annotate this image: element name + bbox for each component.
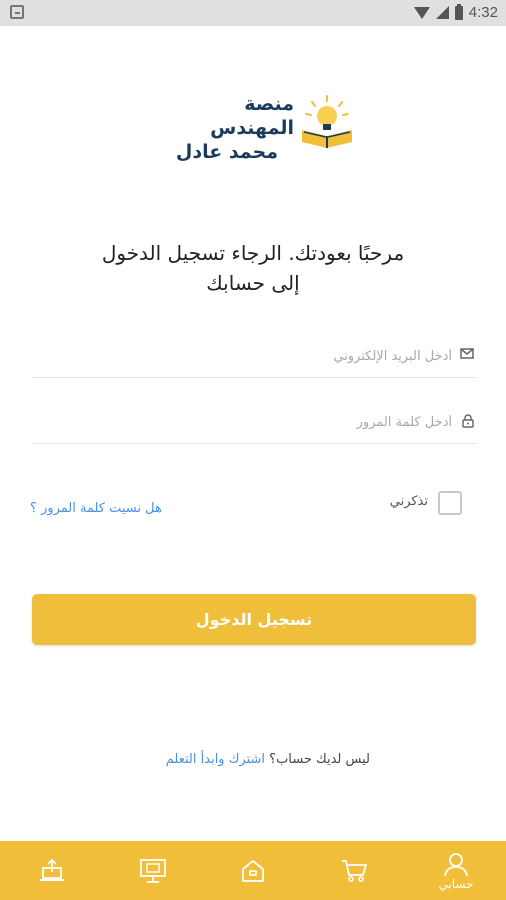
email-input[interactable] bbox=[32, 340, 452, 372]
app-logo: منصة المهندس محمد عادل bbox=[158, 92, 358, 163]
notification-icon bbox=[10, 5, 24, 19]
envelope-icon bbox=[460, 348, 474, 359]
signup-prompt: ليس لديك حساب؟ اشترك وابدأ التعلم bbox=[140, 752, 370, 767]
welcome-line-1: مرحبًا بعودتك. الرجاء تسجيل الدخول bbox=[101, 241, 405, 265]
login-button[interactable]: تسجيل الدخول bbox=[32, 594, 476, 645]
password-input[interactable] bbox=[32, 406, 452, 438]
status-time: 4:32 bbox=[468, 4, 498, 21]
email-field bbox=[32, 334, 476, 378]
user-icon bbox=[444, 852, 468, 876]
remember-label: تذكرني bbox=[389, 494, 428, 509]
nav-courses[interactable] bbox=[121, 841, 185, 900]
nav-upload[interactable] bbox=[20, 841, 84, 900]
logo-text: منصة المهندس محمد عادل bbox=[158, 92, 294, 164]
logo-line-2: محمد عادل bbox=[175, 141, 278, 163]
status-icons: 4:32 bbox=[413, 3, 498, 21]
signup-link[interactable]: اشترك وابدأ التعلم bbox=[166, 752, 265, 767]
wifi-icon bbox=[413, 6, 430, 19]
upload-laptop-icon bbox=[40, 858, 64, 881]
remember-checkbox[interactable] bbox=[438, 491, 462, 515]
bottom-nav: حسابي bbox=[0, 841, 506, 900]
password-field bbox=[32, 400, 476, 444]
nav-account-label: حسابي bbox=[438, 876, 474, 891]
lightbulb-book-icon bbox=[302, 95, 352, 148]
nav-account[interactable]: حسابي bbox=[422, 841, 490, 900]
lock-icon bbox=[462, 414, 474, 428]
signup-text: ليس لديك حساب؟ bbox=[269, 752, 370, 767]
logo-line-1: منصة المهندس bbox=[210, 93, 294, 139]
monitor-icon bbox=[140, 858, 166, 883]
forgot-password-link[interactable]: هل نسيت كلمة المرور ؟ bbox=[30, 501, 162, 516]
welcome-line-2: إلى حسابك bbox=[206, 271, 300, 295]
status-bar: 4:32 bbox=[0, 0, 506, 26]
nav-home[interactable] bbox=[221, 841, 285, 900]
home-icon bbox=[242, 859, 264, 882]
battery-icon bbox=[454, 3, 463, 20]
welcome-message: مرحبًا بعودتك. الرجاء تسجيل الدخول إلى ح… bbox=[40, 238, 466, 298]
signal-icon bbox=[435, 6, 449, 19]
nav-cart[interactable] bbox=[322, 841, 386, 900]
cart-icon bbox=[342, 859, 367, 882]
